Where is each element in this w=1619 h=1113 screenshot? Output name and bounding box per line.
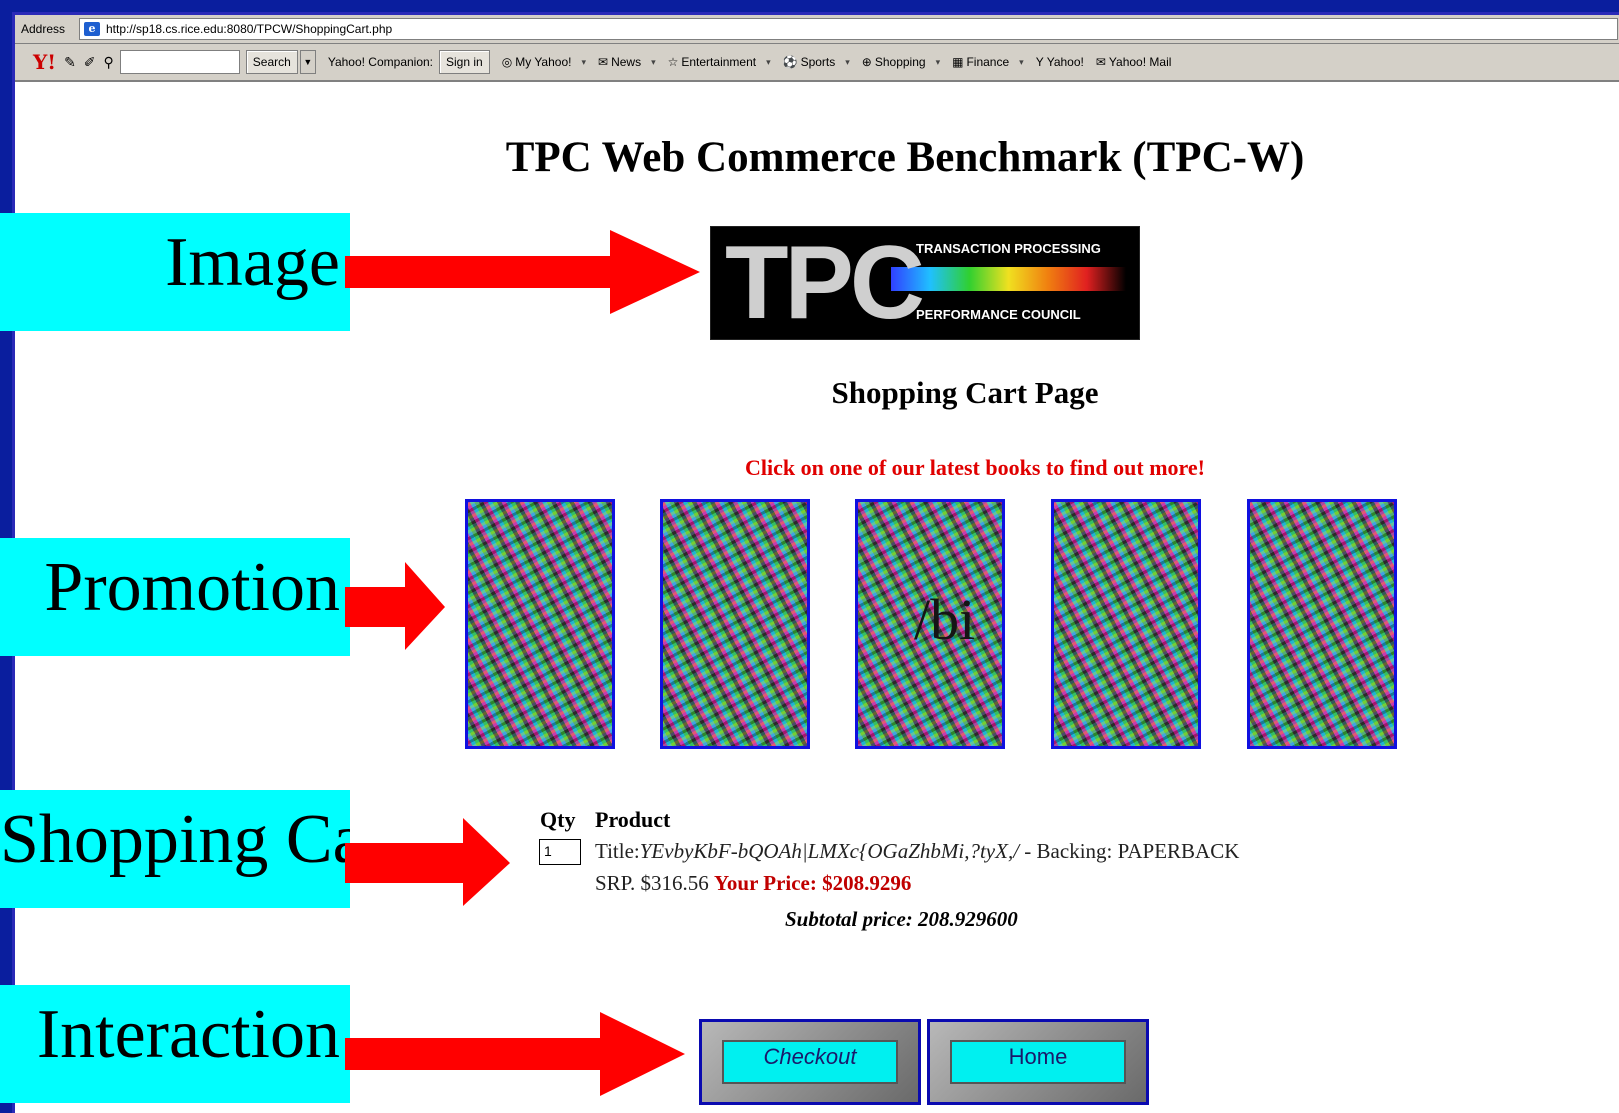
promo-book-thumbnail[interactable] xyxy=(660,499,810,749)
news-icon: ✉ xyxy=(598,55,609,69)
url-text: http://sp18.cs.rice.edu:8080/TPCW/Shoppi… xyxy=(106,22,393,36)
page-title: TPC Web Commerce Benchmark (TPC-W) xyxy=(505,134,1305,181)
dropdown-dot-icon[interactable]: ▾ xyxy=(845,57,850,68)
checkout-button-label: Checkout xyxy=(722,1040,898,1084)
toolbar-item-finance[interactable]: ▦ Finance xyxy=(952,55,1009,69)
promo-book-thumbnail[interactable] xyxy=(1247,499,1397,749)
yahoo-logo-icon[interactable]: Y! xyxy=(33,50,56,74)
arrow-to-image-icon xyxy=(345,230,700,314)
logo-line-2: PERFORMANCE COUNCIL xyxy=(916,307,1081,322)
arrow-to-interaction-icon xyxy=(345,1012,685,1096)
dropdown-dot-icon[interactable]: ▾ xyxy=(651,57,656,68)
cart-page-heading: Shopping Cart Page xyxy=(831,375,1099,410)
home-button-label: Home xyxy=(950,1040,1126,1084)
promotion-text: Click on one of our latest books to find… xyxy=(745,455,1205,480)
sign-in-button[interactable]: Sign in xyxy=(439,50,490,74)
price-line: SRP. $316.56 Your Price: $208.9296 xyxy=(595,871,911,896)
checkout-button[interactable]: Checkout xyxy=(699,1019,921,1105)
dropdown-dot-icon[interactable]: ▾ xyxy=(581,57,586,68)
finance-icon: ▦ xyxy=(952,55,964,69)
dropdown-dot-icon[interactable]: ▾ xyxy=(766,57,771,68)
annotation-label-image: Image xyxy=(0,213,350,331)
logo-letters: TPC xyxy=(725,226,925,340)
dropdown-dot-icon[interactable]: ▾ xyxy=(1019,57,1024,68)
highlighter-icon[interactable]: ✐ xyxy=(84,54,96,71)
search-icon[interactable]: ⚲ xyxy=(104,54,114,71)
promo-book-thumbnail[interactable] xyxy=(465,499,615,749)
toolbar-item-news[interactable]: ✉ News xyxy=(598,55,641,69)
shopping-icon: ⊕ xyxy=(861,55,872,69)
logo-color-band xyxy=(891,267,1126,291)
product-title-line: Title:YEvbyKbF-bQOAh|LMXc{OGaZhbMi,?tyX,… xyxy=(595,839,1240,863)
annotation-label-promotion: Promotion xyxy=(0,538,350,656)
url-field[interactable]: e http://sp18.cs.rice.edu:8080/TPCW/Shop… xyxy=(79,18,1618,40)
promo-book-thumbnail[interactable]: /bi xyxy=(855,499,1005,749)
subtotal-price: Subtotal price: 208.929600 xyxy=(785,907,1018,931)
srp-text: SRP. $316.56 xyxy=(595,871,715,895)
quantity-input[interactable]: 1 xyxy=(539,839,581,865)
sports-icon: ⚽ xyxy=(782,55,798,69)
page-icon: e xyxy=(84,22,100,36)
promo-book-thumbnail[interactable] xyxy=(1051,499,1201,749)
your-price: Your Price: $208.9296 xyxy=(714,871,912,895)
mail-icon: ✉ xyxy=(1095,55,1106,69)
logo-line-1: TRANSACTION PROCESSING xyxy=(916,241,1101,256)
dropdown-dot-icon[interactable]: ▾ xyxy=(936,57,941,68)
product-title-link[interactable]: YEvbyKbF-bQOAh|LMXc{OGaZhbMi,?tyX,/ xyxy=(640,839,1019,863)
book-overlay-text: /bi xyxy=(914,587,976,652)
toolbar-search-button[interactable]: Search xyxy=(245,50,298,74)
toolbar-item-yahoo[interactable]: Y Yahoo! xyxy=(1036,55,1084,69)
toolbar-item-entertainment[interactable]: ☆ Entertainment xyxy=(668,55,756,69)
search-dropdown-arrow-icon[interactable]: ▼ xyxy=(299,50,316,74)
qty-column-header: Qty xyxy=(540,807,576,832)
arrow-to-promotion-icon xyxy=(345,562,445,650)
toolbar-search-input[interactable] xyxy=(119,50,240,74)
toolbar-item-shopping[interactable]: ⊕ Shopping xyxy=(862,55,926,69)
toolbar-item-my-yahoo[interactable]: ◎ My Yahoo! xyxy=(502,55,572,69)
toolbar-item-sports[interactable]: ⚽ Sports xyxy=(783,55,836,69)
yahoo-icon: Y xyxy=(1035,55,1044,69)
my-yahoo-icon: ◎ xyxy=(501,55,513,69)
annotation-label-interaction: Interaction xyxy=(0,985,350,1103)
address-bar: Address e http://sp18.cs.rice.edu:8080/T… xyxy=(15,15,1619,44)
tpc-logo[interactable]: TPC TRANSACTION PROCESSING PERFORMANCE C… xyxy=(710,226,1140,340)
product-column-header: Product xyxy=(595,807,671,832)
yahoo-toolbar: Y! ✎ ✐ ⚲ Search ▼ Yahoo! Companion: Sign… xyxy=(15,44,1619,82)
toolbar-item-yahoo-mail[interactable]: ✉ Yahoo! Mail xyxy=(1096,55,1172,69)
home-button[interactable]: Home xyxy=(927,1019,1149,1105)
pencil-icon[interactable]: ✎ xyxy=(64,54,76,71)
entertainment-icon: ☆ xyxy=(667,55,679,69)
companion-label: Yahoo! Companion: xyxy=(327,55,434,69)
address-label: Address xyxy=(21,22,66,36)
annotation-label-shopping-cart: Shopping Cart xyxy=(0,790,350,908)
arrow-to-shopping-cart-icon xyxy=(345,818,510,906)
